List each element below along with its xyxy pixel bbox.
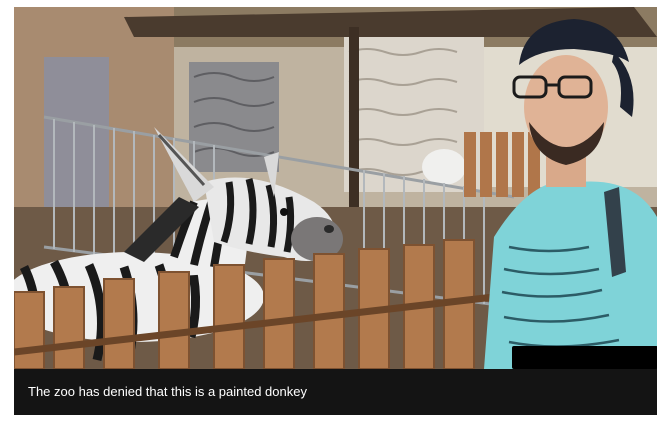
news-image-frame: The zoo has denied that this is a painte… bbox=[14, 7, 657, 415]
redaction-box bbox=[512, 346, 657, 369]
image-caption: The zoo has denied that this is a painte… bbox=[28, 384, 307, 399]
zoo-photo bbox=[14, 7, 657, 369]
caption-bar: The zoo has denied that this is a painte… bbox=[14, 369, 657, 415]
